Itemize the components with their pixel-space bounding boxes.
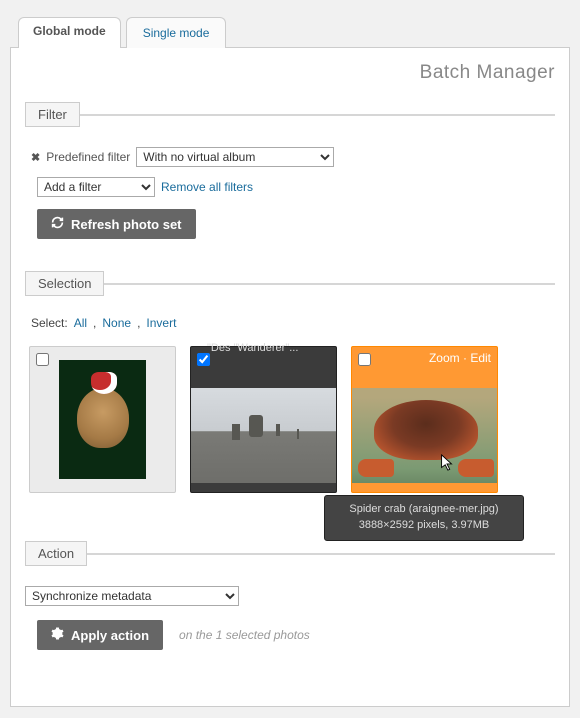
action-select[interactable]: Synchronize metadata bbox=[25, 586, 239, 606]
thumbnail-checkbox[interactable] bbox=[358, 353, 371, 366]
thumbnail-grid: "Des "Wanderer"... Zoom · Edit Spider cr… bbox=[29, 346, 555, 493]
main-panel: Batch Manager Filter ✖ Predefined filter… bbox=[10, 47, 570, 707]
thumbnail-edit-link[interactable]: Edit bbox=[470, 351, 491, 365]
select-all-link[interactable]: All bbox=[74, 316, 87, 330]
thumbnail-item[interactable] bbox=[29, 346, 176, 493]
thumbnail-tooltip: Spider crab (araignee-mer.jpg) 3888×2592… bbox=[324, 495, 524, 541]
remove-filter-icon[interactable]: ✖ bbox=[31, 151, 40, 164]
thumbnail-image bbox=[352, 388, 497, 483]
filter-fieldset: Filter ✖ Predefined filter With no virtu… bbox=[25, 102, 555, 249]
remove-all-filters-link[interactable]: Remove all filters bbox=[161, 180, 253, 194]
selection-fieldset: Selection Select: All, None, Invert "Des… bbox=[25, 271, 555, 501]
tab-single-mode[interactable]: Single mode bbox=[126, 17, 227, 48]
select-invert-link[interactable]: Invert bbox=[146, 316, 176, 330]
tooltip-dimensions: 3888×2592 pixels, 3.97MB bbox=[331, 518, 517, 534]
thumbnail-item[interactable]: "Des "Wanderer"... bbox=[190, 346, 337, 493]
action-status-text: on the 1 selected photos bbox=[179, 628, 310, 642]
thumbnail-item[interactable]: Zoom · Edit Spider crab (araignee-mer.jp… bbox=[351, 346, 498, 493]
gear-icon bbox=[51, 627, 64, 643]
action-legend: Action bbox=[25, 541, 87, 566]
thumbnail-image bbox=[59, 360, 146, 479]
add-filter-select[interactable]: Add a filter bbox=[37, 177, 155, 197]
apply-action-label: Apply action bbox=[71, 628, 149, 643]
select-none-link[interactable]: None bbox=[102, 316, 131, 330]
select-label: Select: bbox=[31, 316, 68, 330]
refresh-button-label: Refresh photo set bbox=[71, 217, 182, 232]
thumbnail-caption: "Des "Wanderer"... bbox=[207, 342, 298, 354]
thumbnail-checkbox[interactable] bbox=[36, 353, 49, 366]
thumbnail-checkbox[interactable] bbox=[197, 353, 210, 366]
predefined-filter-label: Predefined filter bbox=[46, 150, 130, 164]
tab-global-mode[interactable]: Global mode bbox=[18, 17, 121, 48]
thumbnail-actions: Zoom · Edit bbox=[429, 351, 491, 365]
mode-tabs: Global mode Single mode bbox=[18, 17, 580, 48]
tooltip-filename: Spider crab (araignee-mer.jpg) bbox=[331, 502, 517, 518]
thumbnail-image bbox=[191, 388, 336, 483]
apply-action-button[interactable]: Apply action bbox=[37, 620, 163, 650]
filter-legend: Filter bbox=[25, 102, 80, 127]
thumbnail-zoom-link[interactable]: Zoom bbox=[429, 351, 460, 365]
selection-legend: Selection bbox=[25, 271, 104, 296]
refresh-icon bbox=[51, 216, 64, 232]
page-title: Batch Manager bbox=[25, 62, 555, 84]
predefined-filter-select[interactable]: With no virtual album bbox=[136, 147, 334, 167]
refresh-photo-set-button[interactable]: Refresh photo set bbox=[37, 209, 196, 239]
action-fieldset: Action Synchronize metadata Apply action… bbox=[25, 541, 555, 660]
